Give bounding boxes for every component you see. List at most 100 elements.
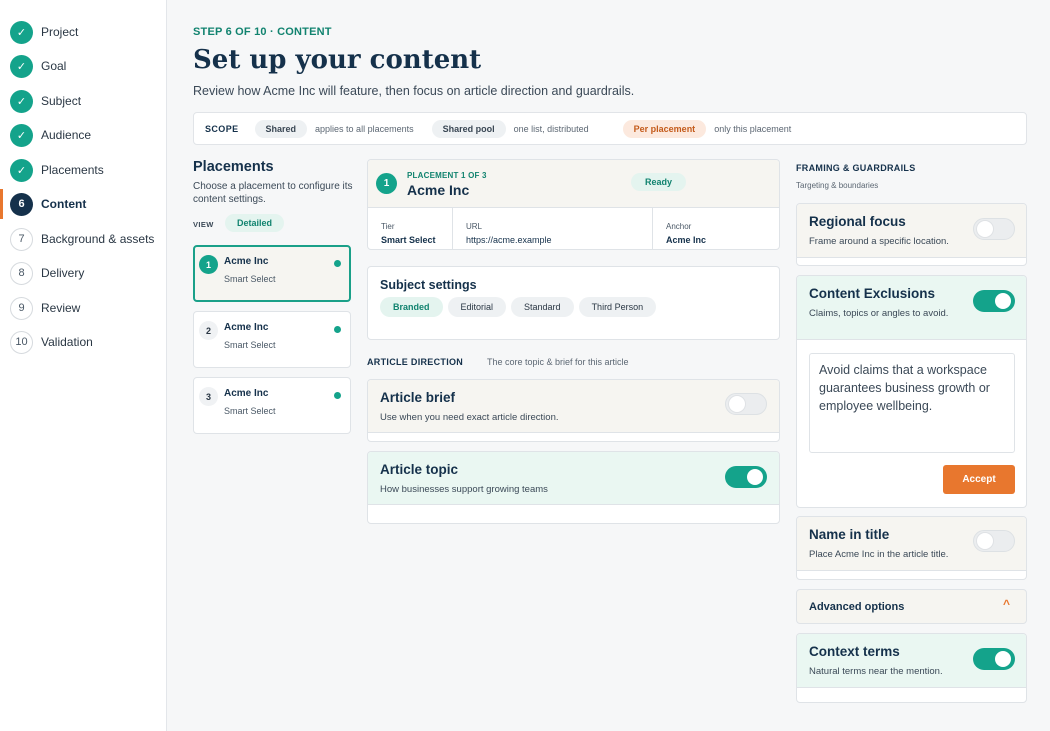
placement-name: Acme Inc [224, 388, 269, 399]
article-topic-title: Article topic [380, 462, 459, 477]
toggle-knob [747, 469, 763, 485]
sidebar: ✓ Project ✓ Goal ✓ Subject ✓ Audience ✓ … [0, 0, 167, 731]
sidebar-item-label: Validation [41, 335, 93, 349]
scope-label: SCOPE [205, 123, 239, 134]
sidebar-item-audience[interactable]: ✓ Audience [0, 120, 166, 150]
check-icon: ✓ [10, 158, 33, 182]
context-terms-header: Context terms Natural terms near the men… [797, 634, 1026, 688]
content-exclusions-header: Content Exclusions Claims, topics or ang… [797, 276, 1026, 340]
check-icon: ✓ [10, 123, 33, 147]
context-terms-toggle[interactable] [973, 648, 1015, 670]
regional-focus-card: Regional focus Frame around a specific l… [796, 203, 1027, 266]
placement-anchor-cell: Anchor Acme Inc [653, 208, 779, 249]
sidebar-item-label: Project [41, 25, 79, 39]
article-brief-toggle[interactable] [725, 393, 767, 415]
scope-shared-desc: applies to all placements [315, 123, 414, 134]
subject-settings-title: Subject settings [380, 278, 477, 292]
advanced-options-toggle[interactable]: Advanced options ^ [796, 589, 1027, 624]
toggle-knob [995, 651, 1011, 667]
step-eyebrow: STEP 6 OF 10 · CONTENT [193, 26, 332, 38]
accept-button[interactable]: Accept [943, 465, 1015, 494]
sidebar-item-label: Placements [41, 163, 104, 177]
article-topic-desc: How businesses support growing teams [380, 484, 548, 495]
sidebar-item-project[interactable]: ✓ Project [0, 17, 166, 47]
step-number: 7 [10, 227, 33, 251]
sidebar-item-delivery[interactable]: 8 Delivery [0, 258, 166, 288]
anchor-label: Anchor [666, 222, 692, 231]
regional-focus-desc: Frame around a specific location. [809, 236, 949, 247]
anchor-value: Acme Inc [666, 235, 707, 245]
placement-number: 3 [199, 387, 218, 406]
sidebar-item-label: Delivery [41, 266, 85, 280]
scope-legend: SCOPE Shared applies to all placements S… [193, 112, 1027, 145]
view-toggle-detailed[interactable]: Detailed [225, 214, 285, 232]
content-exclusions-title: Content Exclusions [809, 286, 936, 301]
scope-per-placement-desc: only this placement [714, 123, 792, 134]
step-number: 9 [10, 296, 33, 320]
placement-detail-eyebrow: PLACEMENT 1 OF 3 [407, 171, 487, 180]
name-in-title-card: Name in title Place Acme Inc in the arti… [796, 516, 1027, 580]
article-brief-card: Article brief Use when you need exact ar… [367, 379, 780, 442]
regional-focus-title: Regional focus [809, 214, 906, 229]
status-dot-icon [334, 260, 341, 267]
placement-card-2[interactable]: 2 Acme Inc Smart Select [193, 311, 351, 368]
status-badge: Ready [631, 173, 687, 191]
regional-focus-toggle[interactable] [973, 218, 1015, 240]
framing-desc: Targeting & boundaries [796, 181, 879, 190]
check-icon: ✓ [10, 20, 33, 44]
tier-value: Smart Select [381, 235, 436, 245]
sidebar-item-label: Content [41, 197, 87, 211]
subject-settings-card: Subject settings Branded Editorial Stand… [367, 266, 780, 340]
advanced-options-title: Advanced options [809, 601, 905, 613]
placement-tier: Smart Select [224, 406, 276, 416]
placement-name: Acme Inc [224, 322, 269, 333]
status-dot-icon [334, 392, 341, 399]
placements-title: Placements [193, 159, 274, 175]
context-terms-title: Context terms [809, 644, 900, 659]
placement-number: 1 [199, 255, 218, 274]
placement-detail-header: 1 PLACEMENT 1 OF 3 Acme Inc Ready [368, 160, 779, 208]
sidebar-item-review[interactable]: 9 Review [0, 293, 166, 323]
sidebar-item-content[interactable]: 6 Content [0, 189, 166, 219]
step-number: 6 [10, 192, 33, 216]
sidebar-item-validation[interactable]: 10 Validation [0, 327, 166, 357]
sidebar-item-label: Review [41, 301, 81, 315]
chevron-up-icon: ^ [1002, 597, 1010, 611]
article-topic-toggle[interactable] [725, 466, 767, 488]
sidebar-item-background-assets[interactable]: 7 Background & assets [0, 224, 166, 254]
content-exclusions-desc: Claims, topics or angles to avoid. [809, 308, 949, 319]
article-topic-header: Article topic How businesses support gro… [368, 452, 779, 505]
placement-tier-cell: Tier Smart Select [368, 208, 453, 249]
name-in-title-desc: Place Acme Inc in the article title. [809, 549, 949, 560]
sidebar-item-placements[interactable]: ✓ Placements [0, 155, 166, 185]
placements-desc: Choose a placement to configure its cont… [193, 181, 353, 205]
content-exclusions-textarea[interactable]: Avoid claims that a workspace guarantees… [809, 353, 1015, 453]
name-in-title-title: Name in title [809, 527, 890, 542]
article-direction-desc: The core topic & brief for this article [487, 357, 629, 367]
placement-card-3[interactable]: 3 Acme Inc Smart Select [193, 377, 351, 434]
article-direction-label: ARTICLE DIRECTION [367, 357, 464, 367]
check-icon: ✓ [10, 54, 33, 78]
sidebar-item-label: Audience [41, 128, 92, 142]
view-label: VIEW [193, 220, 214, 229]
content-exclusions-card: Content Exclusions Claims, topics or ang… [796, 275, 1027, 508]
name-in-title-toggle[interactable] [973, 530, 1015, 552]
framing-label: FRAMING & GUARDRAILS [796, 163, 916, 173]
url-value: https://acme.example [466, 235, 552, 245]
placement-name: Acme Inc [224, 256, 269, 267]
scope-pool-desc: one list, distributed [513, 123, 589, 134]
status-dot-icon [334, 326, 341, 333]
name-in-title-header: Name in title Place Acme Inc in the arti… [797, 517, 1026, 571]
page-title: Set up your content [193, 45, 482, 75]
sidebar-item-label: Goal [41, 59, 67, 73]
sidebar-item-goal[interactable]: ✓ Goal [0, 51, 166, 81]
placement-card-1[interactable]: 1 Acme Inc Smart Select [193, 245, 351, 302]
scope-pool-pill: Shared pool [431, 119, 506, 138]
sidebar-item-subject[interactable]: ✓ Subject [0, 86, 166, 116]
placement-detail-name: Acme Inc [407, 182, 470, 198]
content-exclusions-toggle[interactable] [973, 290, 1015, 312]
regional-focus-header: Regional focus Frame around a specific l… [797, 204, 1026, 258]
step-number: 8 [10, 261, 33, 285]
page-subtitle: Review how Acme Inc will feature, then f… [193, 84, 635, 98]
context-terms-desc: Natural terms near the mention. [809, 666, 943, 677]
